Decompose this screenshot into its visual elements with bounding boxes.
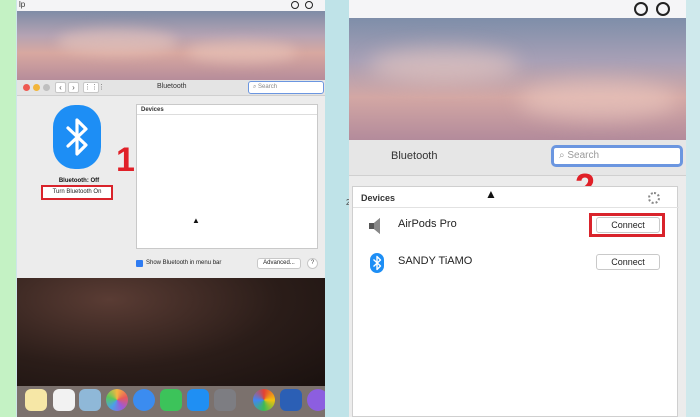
back-button[interactable]: ‹	[55, 82, 66, 93]
bluetooth-icon	[53, 105, 101, 169]
divider	[353, 207, 679, 208]
zoom-button[interactable]	[43, 84, 50, 91]
title-bar: ‹ › ⋮⋮⋮ Bluetooth ⌕ Search	[17, 80, 325, 96]
loading-spinner-icon	[648, 192, 660, 204]
search-placeholder: Search	[258, 84, 278, 90]
notes-icon[interactable]	[25, 389, 47, 411]
show-in-menu-bar-checkbox[interactable]	[136, 260, 143, 267]
right-edge	[686, 0, 700, 417]
forward-button[interactable]: ›	[68, 82, 79, 93]
menu-bar-logo: lp	[19, 0, 26, 9]
minimize-button[interactable]	[33, 84, 40, 91]
advanced-button[interactable]: Advanced...	[257, 258, 301, 269]
connect-highlight-box	[589, 213, 665, 237]
bluetooth-icon	[367, 253, 387, 273]
word-icon[interactable]	[280, 389, 302, 411]
search-field[interactable]: ⌕ Search	[551, 145, 683, 167]
window-content: Bluetooth: Off Turn Bluetooth On 1 Devic…	[17, 97, 325, 278]
window-title: Bluetooth	[391, 150, 438, 162]
left-edge	[0, 0, 16, 417]
turn-bluetooth-on-button[interactable]: Turn Bluetooth On	[41, 185, 113, 200]
bluetooth-preferences-window: ‹ › ⋮⋮⋮ Bluetooth ⌕ Search Bluetooth: Of…	[17, 80, 325, 278]
step-marker-1: 1	[116, 141, 135, 179]
devices-header: Devices	[137, 105, 317, 115]
close-button[interactable]	[23, 84, 30, 91]
control-center-icon[interactable]	[305, 1, 313, 9]
device-name: AirPods Pro	[398, 218, 457, 230]
mouse-cursor-icon: ▲	[192, 216, 200, 225]
device-name: SANDY TiAMO	[398, 255, 473, 267]
facetime-icon[interactable]	[160, 389, 182, 411]
devices-list: Devices	[136, 104, 318, 249]
photos-icon[interactable]	[106, 389, 128, 411]
mouse-cursor-icon: ▲	[485, 187, 497, 201]
search-field[interactable]: ⌕ Search	[248, 81, 324, 94]
maps-icon[interactable]	[79, 389, 101, 411]
show-all-button[interactable]: ⋮⋮⋮	[83, 82, 105, 93]
speaker-icon	[367, 216, 387, 236]
chrome-icon[interactable]	[253, 389, 275, 411]
record-icon[interactable]	[291, 1, 299, 9]
help-button[interactable]: ?	[307, 258, 318, 269]
wallpaper-bottom	[17, 278, 325, 386]
app-store-icon[interactable]	[187, 389, 209, 411]
menu-bar	[349, 0, 686, 18]
device-row[interactable]: SANDY TiAMO Connect	[353, 246, 679, 280]
wallpaper-top	[17, 11, 325, 81]
messenger-icon[interactable]	[307, 389, 325, 411]
devices-list: Devices AirPods Pro Connect SANDY TiAMO …	[352, 186, 679, 417]
show-in-menu-bar-label: Show Bluetooth in menu bar	[146, 260, 222, 266]
center-gap	[325, 0, 349, 417]
search-placeholder: Search	[567, 150, 600, 161]
menu-bar: lp	[17, 0, 325, 11]
reminders-icon[interactable]	[53, 389, 75, 411]
record-icon[interactable]	[634, 2, 648, 16]
left-screen: lp ‹ › ⋮⋮⋮ Bluetooth ⌕ Search Bluetooth:…	[17, 0, 325, 417]
right-screen: Bluetooth ⌕ Search 2 Devices AirPods Pro…	[349, 0, 686, 417]
devices-header: Devices	[361, 193, 396, 203]
system-preferences-icon[interactable]	[214, 389, 236, 411]
messages-icon[interactable]	[133, 389, 155, 411]
connect-button[interactable]: Connect	[596, 254, 660, 270]
wallpaper	[349, 18, 686, 140]
bluetooth-status: Bluetooth: Off	[58, 178, 100, 184]
control-center-icon[interactable]	[656, 2, 670, 16]
dock	[17, 386, 325, 417]
title-bar: Bluetooth ⌕ Search	[349, 140, 686, 176]
window-title: Bluetooth	[157, 83, 187, 90]
